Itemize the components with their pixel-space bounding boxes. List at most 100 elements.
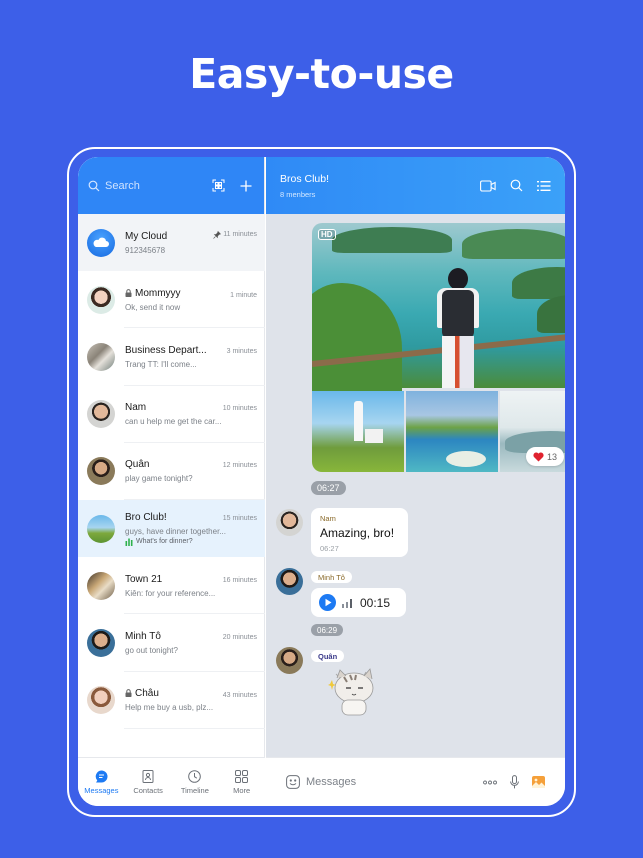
conversation-name: Bro Club! <box>125 511 167 523</box>
conversation-name: Town 21 <box>125 573 163 585</box>
conversation-preview: Trang TT: I'll come... <box>125 359 197 369</box>
message-time: 06:27 <box>320 544 339 553</box>
conversation-name: Châu <box>135 687 159 699</box>
album-time: 06:27 <box>311 481 346 495</box>
avatar <box>87 457 115 486</box>
conversation-time: 10 minutes <box>222 405 257 413</box>
headline: Easy-to-use <box>189 50 454 98</box>
nav-label: Timeline <box>180 785 209 795</box>
nav-timeline[interactable]: Timeline <box>172 758 219 806</box>
nav-more[interactable]: More <box>218 758 265 806</box>
heart-icon <box>533 451 544 461</box>
conversation-list: My Cloud 11 minutes 912345678 Mommyyy 1 … <box>78 214 265 757</box>
conversation-item[interactable]: Town 21 16 minutes Kiên: for your refere… <box>78 557 265 615</box>
voice-message[interactable]: 00:15 <box>311 588 406 617</box>
app-screen: Search My Cloud 11 minutes 912345678 Mom… <box>78 157 565 806</box>
grid-icon <box>235 769 249 783</box>
search-icon[interactable] <box>510 179 523 192</box>
poll-icon <box>125 538 133 546</box>
conversation-preview: play game tonight? <box>125 474 193 484</box>
conversation-time: 15 minutes <box>222 514 257 522</box>
pin-icon <box>213 230 222 239</box>
conversation-item[interactable]: Minh Tô 20 minutes go out tonight? <box>78 614 265 672</box>
microphone-icon[interactable] <box>510 775 519 789</box>
avatar <box>87 400 115 429</box>
chat-member-count: 8 menbers <box>280 189 316 199</box>
cat-sticker[interactable] <box>326 666 378 716</box>
sender-name: Nam <box>320 514 336 523</box>
message-composer: Messages <box>266 757 565 806</box>
reaction-count-value: 13 <box>547 451 558 462</box>
play-icon[interactable] <box>319 594 336 611</box>
nav-label: More <box>233 785 251 795</box>
conversation-item[interactable]: Mommyyy 1 minute Ok, send it now <box>78 271 265 329</box>
conversation-preview: Help me buy a usb, plz... <box>125 703 214 713</box>
conversation-time: 3 minutes <box>226 347 257 355</box>
qr-scan-icon[interactable] <box>210 178 226 194</box>
avatar[interactable] <box>276 647 303 674</box>
avatar <box>87 628 115 657</box>
conversation-preview: can u help me get the car... <box>125 417 222 427</box>
avatar <box>87 571 115 600</box>
sender-name: Quân <box>311 650 345 662</box>
conversation-name: Nam <box>125 402 147 414</box>
video-call-icon[interactable] <box>480 179 496 192</box>
photo-main[interactable]: HD <box>312 223 565 403</box>
bottom-nav: Messages Contacts Timeline More <box>78 757 265 806</box>
conversation-preview: Kiên: for your reference... <box>125 588 216 598</box>
conversation-item[interactable]: Bro Club! 15 minutes guys, have dinner t… <box>78 499 265 558</box>
conversation-preview: go out tonight? <box>125 645 178 655</box>
message-list: HD 13 06:27 Nam Amazing, bro! 06:27 Minh… <box>266 214 565 757</box>
reaction-count[interactable]: 13 <box>526 447 565 466</box>
contacts-icon <box>142 769 154 783</box>
conversation-time: 12 minutes <box>222 462 257 470</box>
conversation-item[interactable]: Quân 12 minutes play game tonight? <box>78 443 265 501</box>
sidebar-header: Search <box>78 157 264 214</box>
chat-panel: Bros Club! 8 menbers HD 13 06:27 Nam Ama… <box>266 157 565 806</box>
lock-icon <box>125 289 132 298</box>
avatar <box>87 686 115 715</box>
chat-header: Bros Club! 8 menbers <box>266 157 565 214</box>
nav-contacts[interactable]: Contacts <box>125 758 172 806</box>
conversation-time: 16 minutes <box>222 576 257 584</box>
message-input[interactable]: Messages <box>306 776 470 788</box>
message-text: Amazing, bro! <box>320 526 395 540</box>
clock-icon <box>188 769 202 783</box>
avatar <box>87 342 115 371</box>
gallery-icon[interactable] <box>532 776 545 788</box>
nav-label: Contacts <box>133 785 163 795</box>
photo-thumbnail[interactable] <box>312 391 404 472</box>
conversation-preview: Ok, send it now <box>125 303 181 313</box>
avatar[interactable] <box>276 568 303 595</box>
lock-icon <box>125 689 132 698</box>
message-bubble[interactable]: Nam Amazing, bro! 06:27 <box>311 508 408 557</box>
conversation-item[interactable]: Châu 43 minutes Help me buy a usb, plz..… <box>78 672 265 729</box>
more-options-icon[interactable] <box>483 780 497 785</box>
waveform-icon <box>342 598 352 608</box>
add-icon[interactable] <box>238 178 254 194</box>
conversation-name: Minh Tô <box>125 630 161 642</box>
conversation-time: 1 minute <box>230 292 257 300</box>
conversation-name: Mommyyy <box>135 287 181 299</box>
conversation-item[interactable]: Business Depart... 3 minutes Trang TT: I… <box>78 328 265 386</box>
search-icon <box>88 180 100 191</box>
photo-album[interactable]: HD <box>312 223 565 472</box>
conversation-name: Business Depart... <box>125 344 207 356</box>
conversation-name: My Cloud <box>125 230 168 242</box>
sticker-icon[interactable] <box>286 775 300 789</box>
avatar[interactable] <box>276 509 303 536</box>
conversation-preview: 912345678 <box>125 245 166 255</box>
search-placeholder: Search <box>105 179 140 192</box>
photo-thumbnail[interactable] <box>406 391 498 472</box>
conversation-item[interactable]: My Cloud 11 minutes 912345678 <box>78 214 265 272</box>
search-input[interactable]: Search <box>88 180 198 192</box>
poll-preview: What's for dinner? <box>136 538 193 546</box>
nav-messages[interactable]: Messages <box>78 758 125 806</box>
conversation-panel: Search My Cloud 11 minutes 912345678 Mom… <box>78 157 265 806</box>
conversation-item[interactable]: Nam 10 minutes can u help me get the car… <box>78 386 265 443</box>
conversation-time: 20 minutes <box>222 633 257 641</box>
message-time: 06:29 <box>311 624 344 636</box>
avatar <box>87 228 115 257</box>
chat-title: Bros Club! <box>280 172 330 185</box>
menu-list-icon[interactable] <box>537 180 551 192</box>
